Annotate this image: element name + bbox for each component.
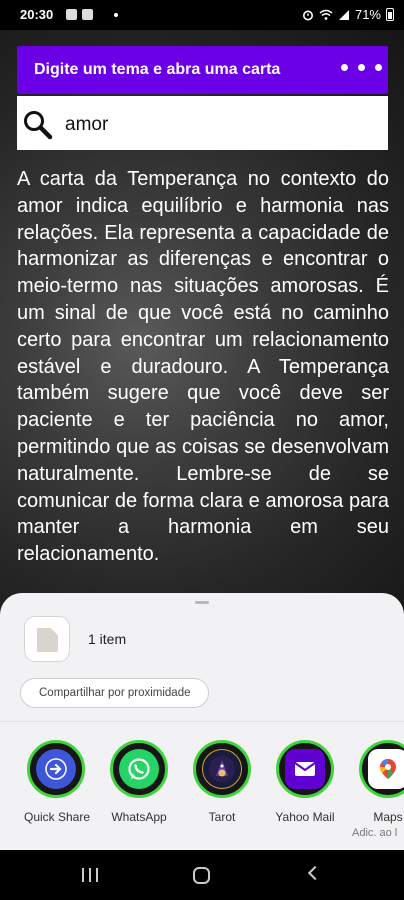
wifi-icon — [319, 9, 333, 20]
app-sublabel-maps: Adic. ao l — [352, 827, 398, 839]
nearby-share-button[interactable]: Compartilhar por proximidade — [20, 678, 210, 708]
recent-apps-button[interactable] — [82, 868, 98, 882]
home-button[interactable] — [193, 867, 210, 884]
battery-icon — [386, 8, 394, 21]
alarm-icon — [302, 10, 313, 20]
search-field[interactable]: amor — [17, 96, 388, 150]
app-label-tarot: Tarot — [208, 810, 236, 824]
mail-notification-icon — [82, 9, 93, 20]
navigation-bar — [0, 850, 404, 900]
overflow-menu-icon[interactable] — [341, 64, 382, 71]
app-maps[interactable] — [359, 740, 404, 798]
share-sheet: 1 item Compartilhar por proximidade Quic… — [0, 593, 404, 850]
app-label-quick-share: Quick Share — [23, 810, 91, 824]
status-time: 20:30 — [20, 7, 54, 22]
system-icons: 71% — [302, 7, 394, 22]
app-bar: Digite um tema e abra uma carta — [17, 46, 388, 94]
search-icon — [24, 111, 53, 140]
yahoo-mail-icon — [285, 749, 325, 789]
tarot-icon — [202, 749, 242, 789]
app-label-yahoo-mail: Yahoo Mail — [275, 810, 335, 824]
file-thumbnail — [24, 616, 70, 662]
search-input[interactable]: amor — [65, 114, 108, 136]
whatsapp-icon — [119, 749, 159, 789]
app-whatsapp[interactable] — [110, 740, 168, 798]
more-notifications-icon — [114, 12, 118, 17]
battery-level: 71% — [354, 7, 381, 22]
app-bar-title: Digite um tema e abra uma carta — [34, 61, 281, 78]
divider — [0, 721, 404, 722]
app-label-maps: Maps — [373, 810, 403, 824]
app-yahoo-mail[interactable] — [276, 740, 334, 798]
image-notification-icon — [66, 9, 77, 20]
app-quick-share[interactable] — [27, 740, 85, 798]
sheet-drag-handle[interactable] — [195, 601, 209, 604]
maps-icon — [368, 749, 404, 789]
card-reading-text: A carta da Temperança no contexto do amo… — [17, 168, 389, 566]
app-label-whatsapp: WhatsApp — [111, 810, 167, 824]
shared-item-count: 1 item — [88, 631, 127, 647]
signal-icon — [338, 9, 349, 20]
quick-share-icon — [36, 749, 76, 789]
status-bar: 20:30 71% — [0, 0, 404, 30]
notification-icons — [66, 9, 118, 20]
app-tarot[interactable] — [193, 740, 251, 798]
document-icon — [37, 628, 58, 652]
back-button[interactable] — [307, 865, 323, 881]
